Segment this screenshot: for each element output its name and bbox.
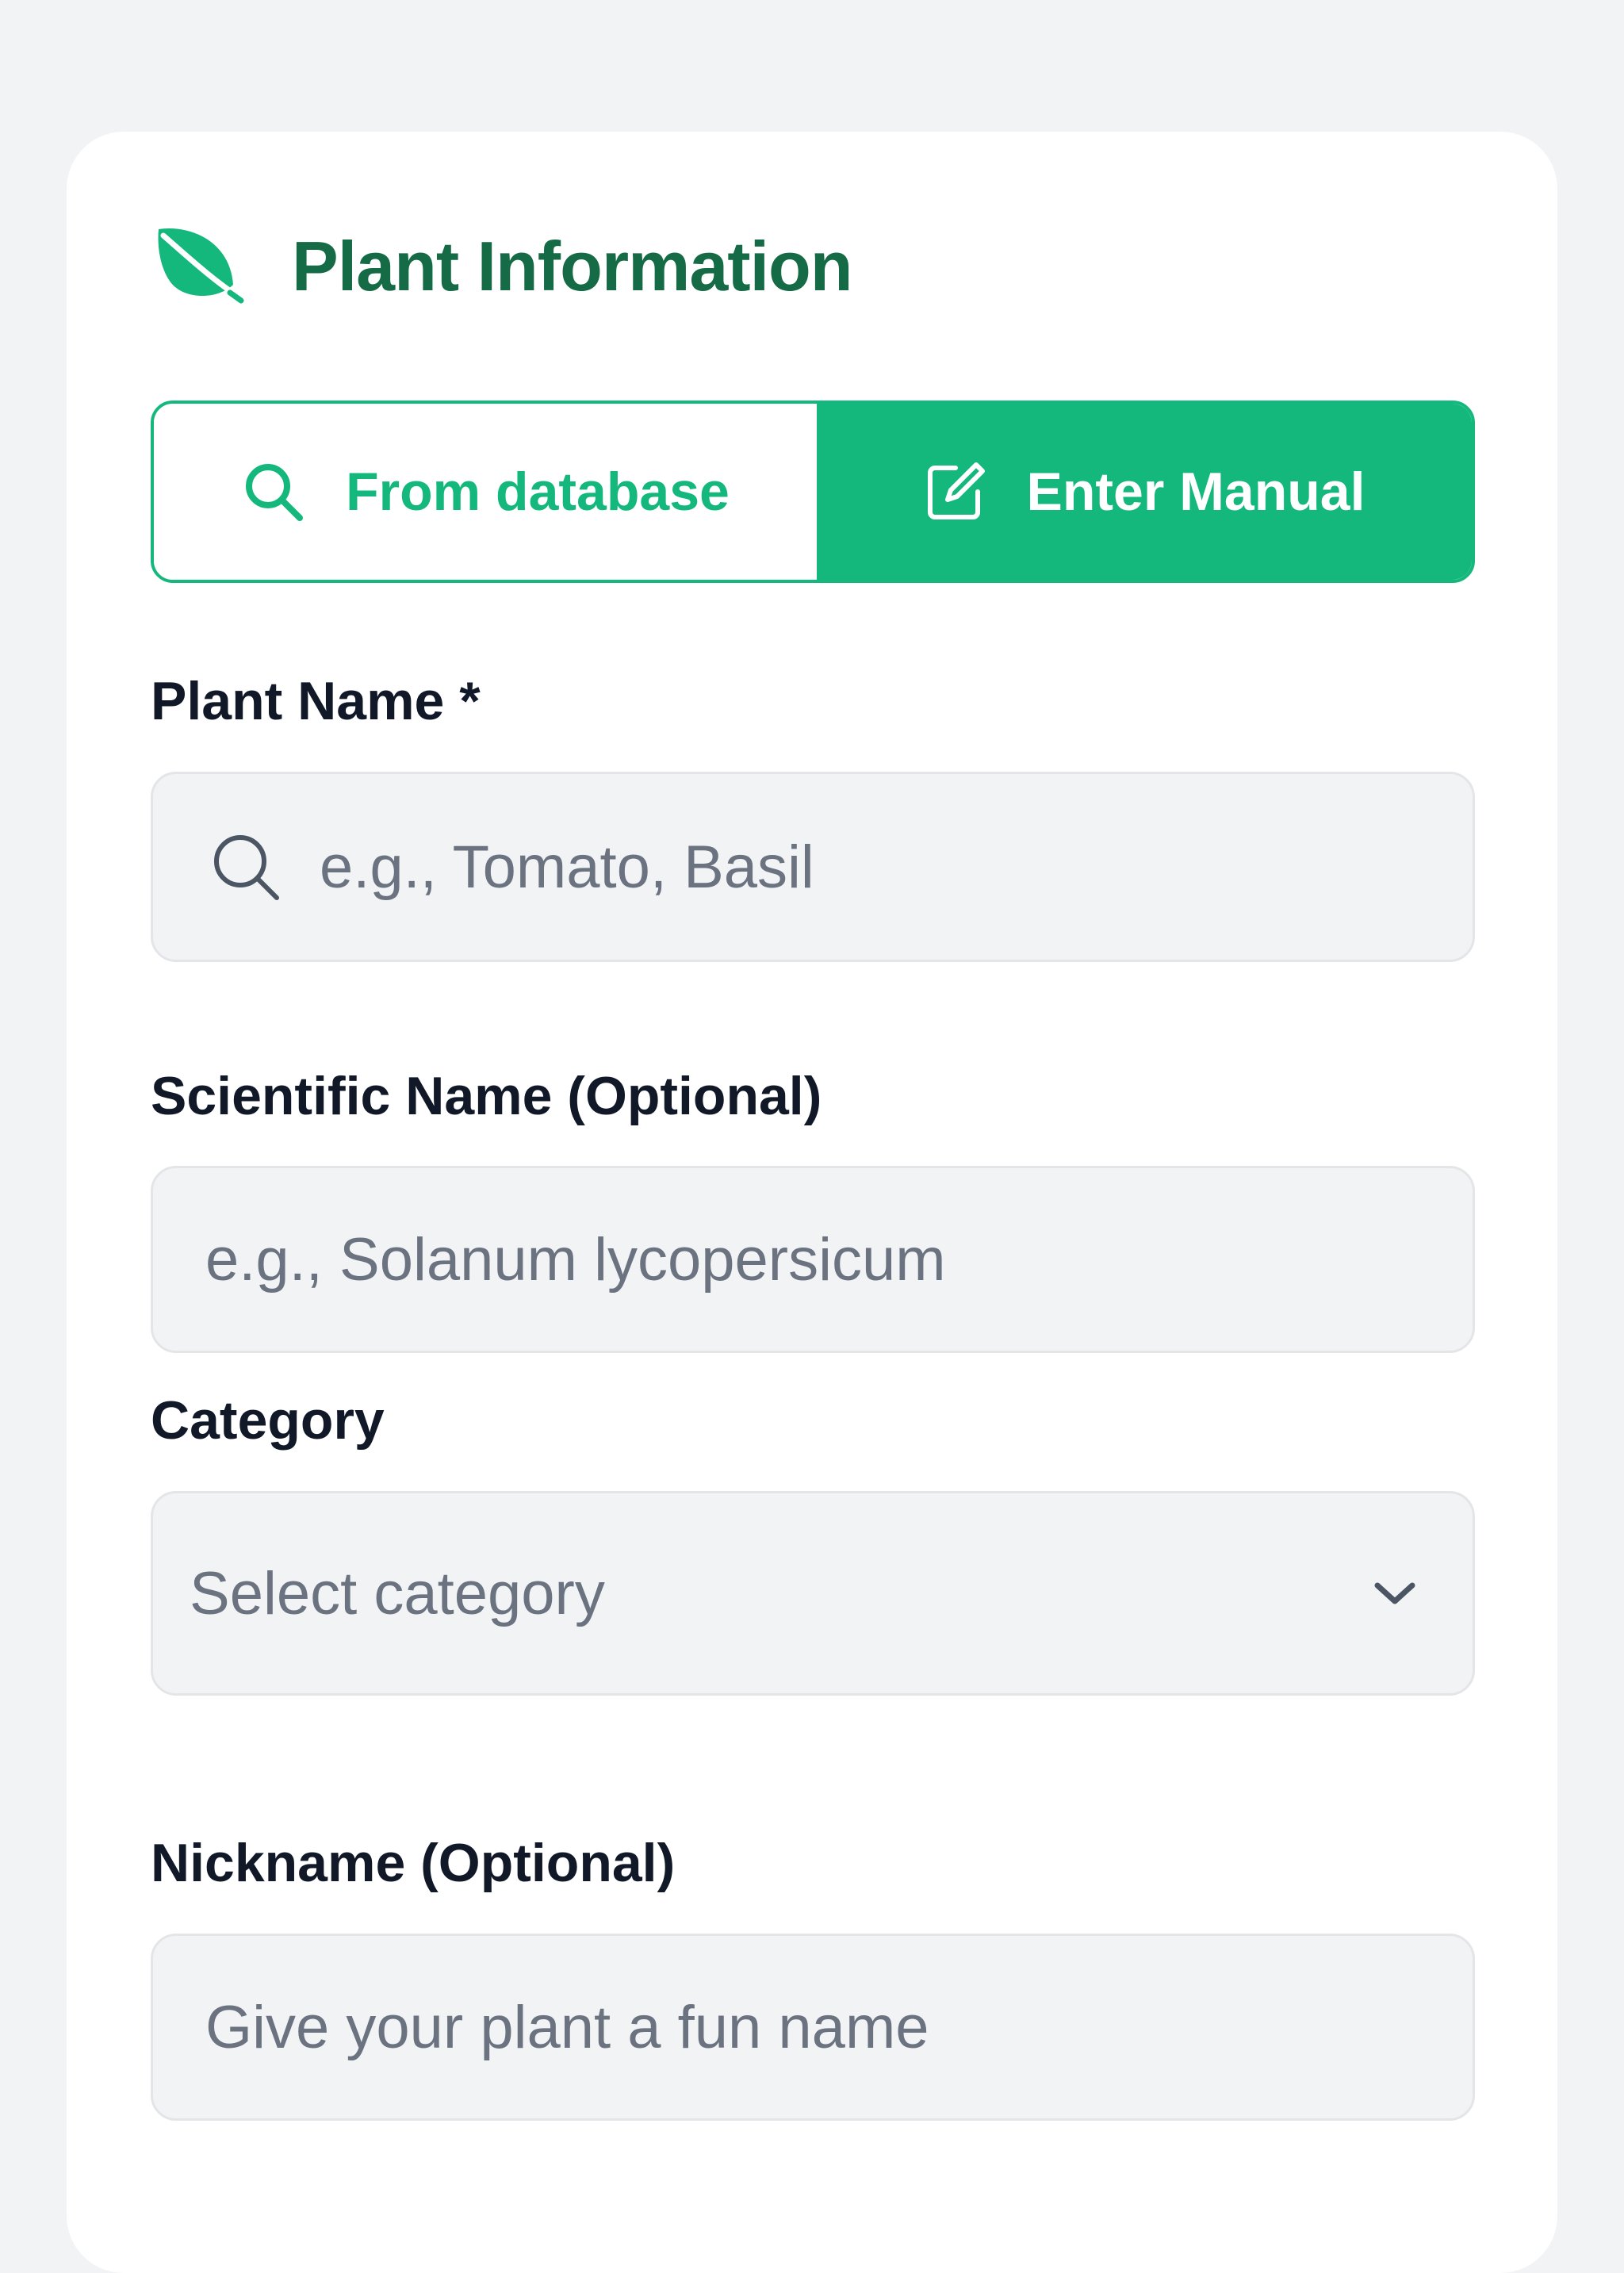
- scientific-name-field: [151, 1166, 1475, 1353]
- nickname-field: [151, 1934, 1475, 2121]
- card-header: Plant Information: [151, 214, 853, 319]
- plant-name-input[interactable]: [320, 774, 1473, 960]
- search-icon: [214, 835, 279, 900]
- edit-icon: [927, 462, 985, 519]
- category-selected-value: Select category: [190, 1559, 605, 1627]
- scientific-name-label: Scientific Name (Optional): [151, 1066, 822, 1126]
- enter-manual-label: Enter Manual: [1026, 462, 1365, 522]
- category-label: Category: [151, 1390, 385, 1451]
- nickname-input[interactable]: [205, 1936, 1473, 2118]
- plant-name-field: [151, 772, 1475, 962]
- scientific-name-input[interactable]: [205, 1168, 1473, 1351]
- page-title: Plant Information: [292, 227, 853, 305]
- from-database-button[interactable]: From database: [154, 404, 817, 580]
- enter-manual-button[interactable]: Enter Manual: [817, 404, 1472, 580]
- search-icon: [246, 464, 304, 521]
- from-database-label: From database: [346, 462, 730, 522]
- category-select[interactable]: Select category: [151, 1491, 1475, 1696]
- source-toggle: From database Enter Manual: [151, 401, 1475, 583]
- leaf-icon: [151, 223, 244, 310]
- nickname-label: Nickname (Optional): [151, 1833, 676, 1893]
- chevron-down-icon: [1374, 1582, 1415, 1604]
- plant-name-label: Plant Name *: [151, 671, 481, 731]
